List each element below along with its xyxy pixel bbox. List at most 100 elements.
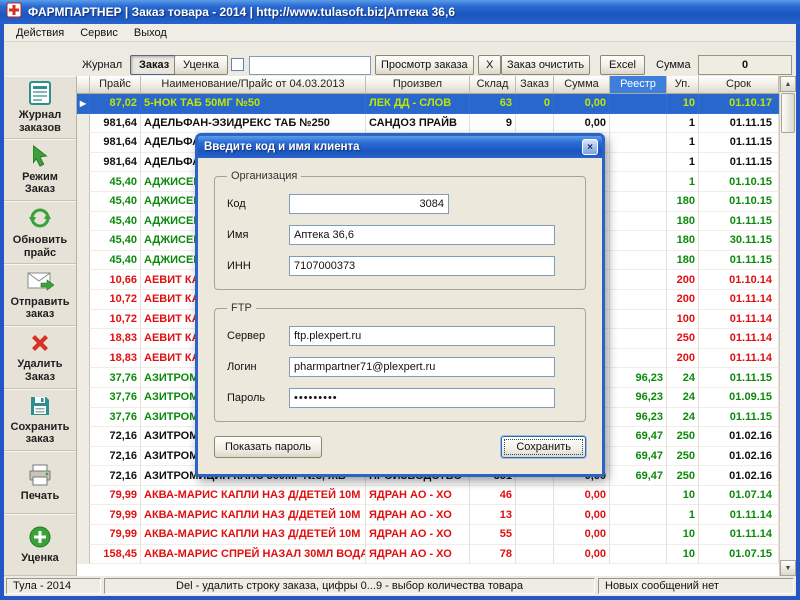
row-selector	[77, 544, 90, 565]
column-header[interactable]: Срок	[699, 76, 779, 94]
show-password-button[interactable]: Показать пароль	[214, 436, 323, 458]
column-header[interactable]: Прайс	[90, 76, 141, 94]
refresh-icon	[27, 205, 53, 231]
server-input[interactable]	[289, 326, 555, 346]
order-button[interactable]: Заказ	[130, 55, 179, 75]
code-input[interactable]	[289, 194, 449, 214]
column-header[interactable]: Наименование/Прайс от 04.03.2013	[141, 76, 366, 94]
cell-registry	[610, 289, 667, 310]
scroll-up-button[interactable]: ▲	[780, 76, 796, 92]
status-city: Тула - 2014	[6, 578, 101, 594]
login-input[interactable]	[289, 357, 555, 377]
journal-icon	[27, 80, 53, 106]
cell-pack: 250	[667, 427, 699, 447]
filter-checkbox[interactable]	[231, 58, 244, 71]
row-selector	[77, 427, 90, 447]
row-selector	[77, 525, 90, 545]
client-name-input[interactable]	[289, 225, 555, 245]
row-selector	[77, 368, 90, 388]
cell-expiry: 01.07.15	[699, 544, 779, 565]
sidebar-button-markdown[interactable]: Уценка	[4, 513, 76, 576]
scroll-thumb[interactable]	[781, 93, 795, 133]
cell-expiry: 01.11.14	[699, 525, 779, 545]
cell-pack: 200	[667, 289, 699, 310]
column-header[interactable]: Склад	[470, 76, 516, 94]
vertical-scrollbar[interactable]: ▲ ▼	[779, 76, 796, 576]
cell-sum: 0,00	[554, 544, 610, 565]
dialog-close-button[interactable]: ×	[582, 139, 598, 155]
cell-price: 981,64	[90, 113, 141, 134]
cell-expiry: 01.10.17	[699, 94, 779, 114]
column-header[interactable]: Сумма	[554, 76, 610, 94]
column-header[interactable]: Уп.	[667, 76, 699, 94]
cell-price: 18,83	[90, 348, 141, 369]
column-header[interactable]: Произвел	[366, 76, 470, 94]
sidebar-button-refresh-price[interactable]: Обновить прайс	[4, 201, 76, 264]
menu-item-service[interactable]: Сервис	[72, 26, 126, 40]
dialog-title-bar[interactable]: Введите код и имя клиента ×	[198, 136, 602, 158]
cell-producer: ЯДРАН АО - ХО	[366, 485, 470, 506]
cell-producer: ЯДРАН АО - ХО	[366, 544, 470, 565]
title-bar[interactable]: ФАРМПАРТНЕР | Заказ товара - 2014 | http…	[0, 0, 800, 24]
cell-price: 72,16	[90, 466, 141, 486]
clear-order-button[interactable]: Заказ очистить	[501, 55, 591, 75]
cell-expiry: 01.11.15	[699, 250, 779, 271]
cell-name: АКВА-МАРИС КАПЛИ НАЗ Д/ДЕТЕЙ 10М	[141, 505, 366, 526]
sidebar-button-label: Печать	[20, 489, 60, 502]
row-selector	[77, 466, 90, 486]
sidebar-button-label: Сохранить заказ	[10, 420, 70, 446]
sidebar-button-save-order[interactable]: Сохранить заказ	[4, 388, 76, 451]
sidebar-button-journal[interactable]: Журнал заказов	[4, 76, 76, 139]
view-order-button[interactable]: Просмотр заказа	[375, 55, 474, 75]
cell-price: 45,40	[90, 191, 141, 212]
cell-stock: 78	[470, 544, 516, 565]
journal-button[interactable]: Журнал	[82, 55, 122, 75]
cell-registry	[610, 348, 667, 369]
ftp-group-label: FTP	[231, 302, 252, 314]
menu-item-exit[interactable]: Выход	[126, 26, 175, 40]
clear-search-button[interactable]: X	[478, 55, 502, 75]
password-input[interactable]	[289, 388, 555, 408]
search-input[interactable]	[249, 56, 371, 75]
app-icon	[6, 2, 22, 23]
inn-input[interactable]	[289, 256, 555, 276]
save-icon	[28, 394, 52, 418]
column-header[interactable]: Заказ	[516, 76, 554, 94]
row-selector	[77, 250, 90, 271]
cell-price: 45,40	[90, 231, 141, 251]
current-row-marker: ▶	[77, 94, 90, 114]
scroll-down-button[interactable]: ▼	[780, 560, 796, 576]
ftp-group: FTP Сервер Логин Пароль	[214, 302, 586, 422]
excel-button[interactable]: Excel	[600, 55, 645, 75]
sidebar-button-order-mode[interactable]: Режим Заказ	[4, 138, 76, 201]
menu-item-actions[interactable]: Действия	[8, 26, 72, 40]
table-row[interactable]: 79,99 АКВА-МАРИС КАПЛИ НАЗ Д/ДЕТЕЙ 10М ЯДР…	[77, 485, 779, 506]
table-row[interactable]: 158,45 АКВА-МАРИС СПРЕЙ НАЗАЛ 30МЛ ВОДА ЯД…	[77, 544, 779, 565]
column-header[interactable]	[77, 76, 90, 94]
sidebar-button-send-order[interactable]: Отправить заказ	[4, 263, 76, 326]
column-header[interactable]: Реестр	[610, 76, 667, 94]
save-button[interactable]: Сохранить	[501, 436, 586, 458]
cell-order	[516, 544, 554, 565]
print-icon	[27, 463, 53, 487]
row-selector	[77, 348, 90, 369]
cell-stock: 9	[470, 113, 516, 134]
row-selector	[77, 309, 90, 330]
cell-price: 18,83	[90, 329, 141, 349]
cell-registry	[610, 133, 667, 153]
table-row[interactable]: ▶ 87,02 5-НОК ТАБ 50МГ №50 ЛЕК ДД - СЛОВ 63 0…	[77, 94, 779, 114]
row-selector	[77, 485, 90, 506]
table-row[interactable]: 79,99 АКВА-МАРИС КАПЛИ НАЗ Д/ДЕТЕЙ 10М ЯДР…	[77, 505, 779, 526]
sidebar-button-label: Режим Заказ	[22, 170, 58, 196]
cell-pack: 10	[667, 485, 699, 506]
cell-registry: 69,47	[610, 446, 667, 467]
menu-bar: Действия Сервис Выход	[4, 24, 796, 42]
toolbar: Журнал Заказ Уценка Просмотр заказа X За…	[4, 42, 796, 76]
sidebar-button-delete-order[interactable]: Удалить Заказ	[4, 326, 76, 389]
sum-label: Сумма	[656, 59, 691, 71]
sidebar-button-print[interactable]: Печать	[4, 451, 76, 514]
table-row[interactable]: 981,64 АДЕЛЬФАН-ЭЗИДРЕКС ТАБ №250 САНДОЗ П…	[77, 113, 779, 134]
table-row[interactable]: 79,99 АКВА-МАРИС КАПЛИ НАЗ Д/ДЕТЕЙ 10М ЯДР…	[77, 525, 779, 545]
markdown-button[interactable]: Уценка	[174, 55, 229, 75]
cell-name: 5-НОК ТАБ 50МГ №50	[141, 94, 366, 114]
